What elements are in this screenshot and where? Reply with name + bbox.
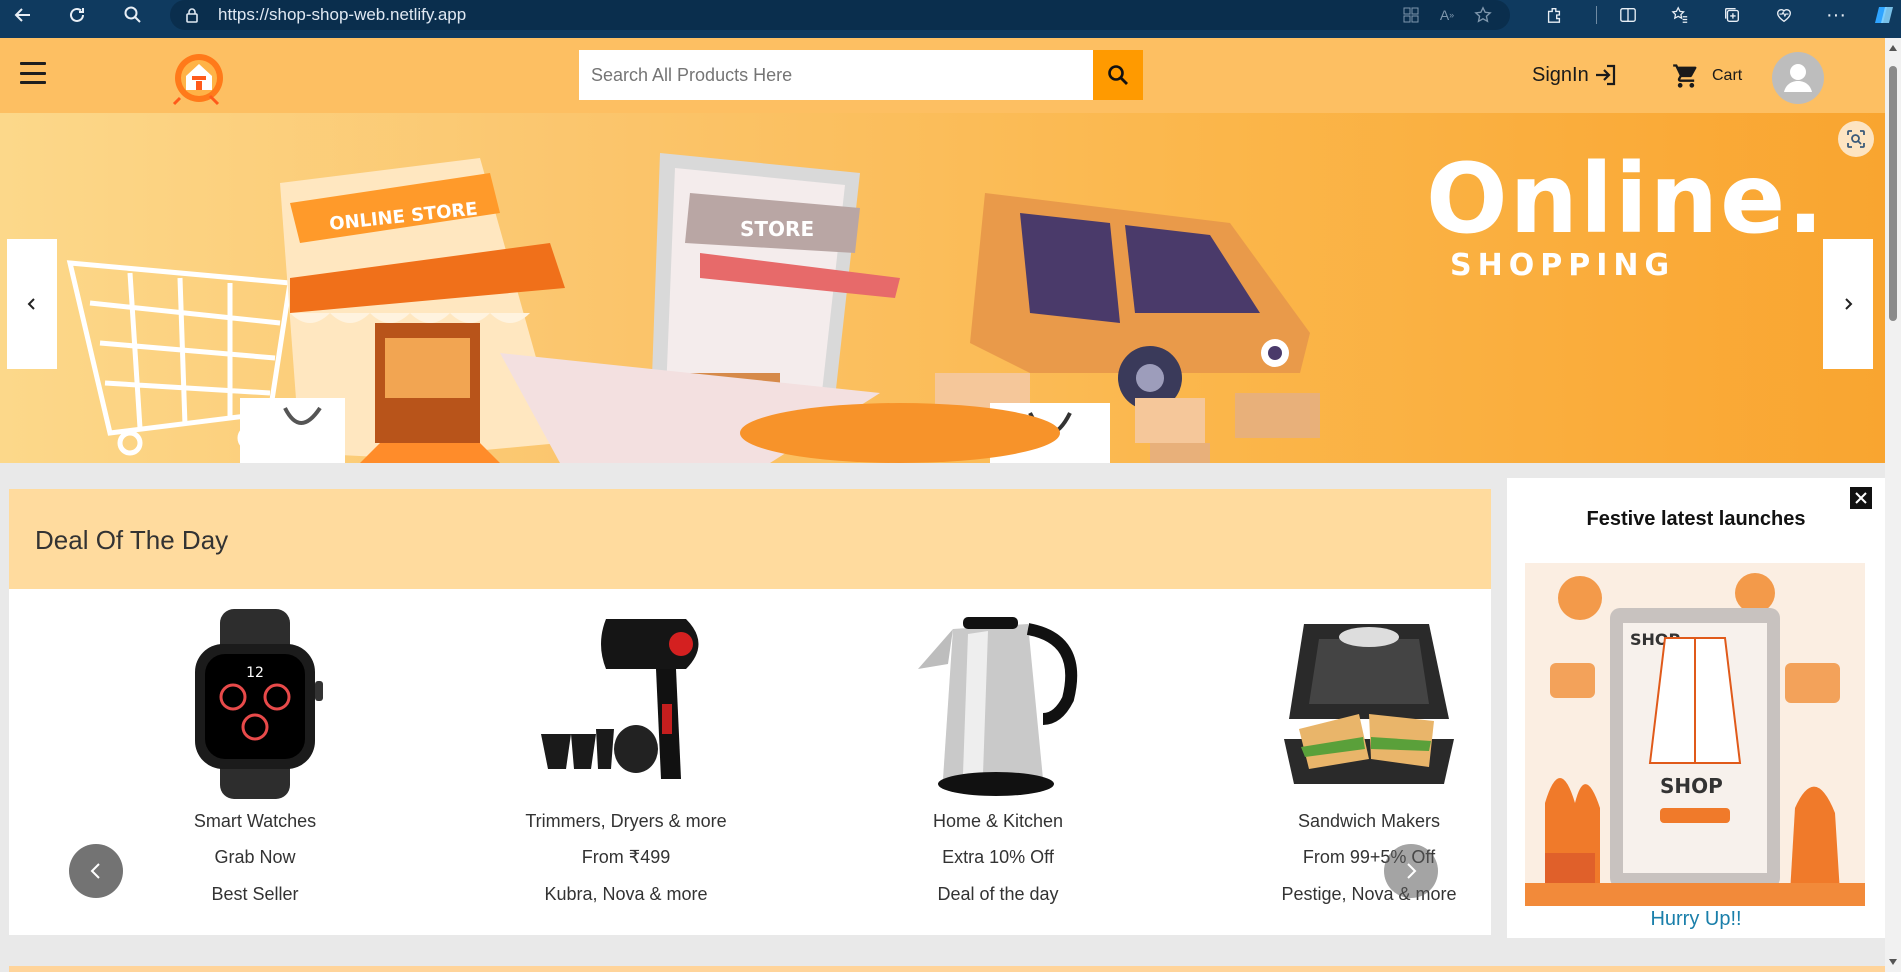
product-name: Smart Watches	[193, 811, 317, 831]
address-bar[interactable]: https://shop-shop-web.netlify.app A»	[170, 0, 1510, 30]
store-logo[interactable]	[166, 48, 232, 108]
hero-subtitle: SHOPPING	[1450, 248, 1676, 283]
deal-title: Deal Of The Day	[35, 525, 229, 555]
page-scrollbar[interactable]	[1885, 38, 1901, 972]
cart-label: Cart	[1712, 67, 1743, 84]
chevron-left-icon	[27, 298, 35, 310]
hero-banner: ONLINE STORE STORE Online. SHOPPING	[0, 113, 1885, 463]
product-brand: Pestige, Nova & more	[1281, 884, 1457, 904]
scroll-up-icon[interactable]	[1885, 40, 1901, 56]
collections-icon[interactable]	[1715, 0, 1749, 30]
shop-illustration: SHOP SHOP	[1525, 563, 1865, 906]
signin-label: SignIn	[1532, 63, 1589, 86]
signin-button[interactable]: SignIn	[1532, 62, 1619, 88]
favorite-star-icon[interactable]	[1466, 0, 1500, 30]
kettle-image	[918, 617, 1078, 796]
apps-icon[interactable]	[1394, 0, 1428, 30]
visual-search-icon	[1847, 130, 1865, 148]
refresh-icon[interactable]	[60, 0, 94, 30]
hero-title: Online.	[1426, 143, 1826, 255]
product-offer: Grab Now	[214, 847, 296, 867]
chevron-right-icon	[1407, 863, 1417, 879]
hair-dryer-image	[541, 619, 699, 779]
avatar[interactable]	[1772, 52, 1824, 104]
scroll-thumb[interactable]	[1889, 66, 1897, 321]
product-brand: Deal of the day	[937, 884, 1059, 904]
lock-icon	[186, 8, 198, 23]
scroll-down-icon[interactable]	[1885, 954, 1901, 970]
deal-next-button[interactable]	[1384, 844, 1438, 898]
product-name: Sandwich Makers	[1297, 811, 1441, 831]
shopping-cart-icon	[1673, 64, 1697, 88]
close-button[interactable]	[1850, 487, 1872, 509]
site-header: SignIn Cart	[0, 38, 1885, 113]
browser-toolbar: https://shop-shop-web.netlify.app A» ···	[0, 0, 1901, 38]
search-input[interactable]	[579, 50, 1093, 100]
read-aloud-icon[interactable]: A»	[1430, 0, 1464, 30]
product-card[interactable]: 12 Smart Watches Grab Now Best Seller	[105, 599, 405, 929]
festive-launches-panel: Festive latest launches SHOP SHOP Hurry …	[1507, 478, 1885, 938]
split-screen-icon[interactable]	[1611, 0, 1645, 30]
product-card[interactable]: Sandwich Makers From 99+5% Off Pestige, …	[1219, 599, 1519, 929]
search-button[interactable]	[1093, 50, 1143, 100]
visual-search-button[interactable]	[1838, 121, 1874, 157]
deal-header: Deal Of The Day	[9, 489, 1491, 589]
hurry-up-link[interactable]: Hurry Up!!	[1507, 908, 1885, 931]
hero-next-button[interactable]	[1823, 239, 1873, 369]
hero-illustration: ONLINE STORE STORE	[66, 153, 1320, 463]
product-card[interactable]: Home & Kitchen Extra 10% Off Deal of the…	[848, 599, 1148, 929]
hero-prev-button[interactable]	[7, 239, 57, 369]
chevron-right-icon	[1845, 298, 1853, 310]
product-brand: Kubra, Nova & more	[544, 884, 708, 904]
back-icon[interactable]	[6, 0, 40, 30]
more-options-icon[interactable]: ···	[1819, 0, 1853, 30]
browser-essentials-icon[interactable]	[1767, 0, 1801, 30]
search-bar	[579, 50, 1143, 100]
product-offer: From ₹499	[581, 847, 671, 867]
product-name: Home & Kitchen	[932, 811, 1064, 831]
cart-button[interactable]: Cart	[1672, 62, 1742, 90]
copilot-icon[interactable]	[1867, 0, 1901, 30]
svg-text:SHOP: SHOP	[1660, 774, 1723, 798]
product-offer: Extra 10% Off	[942, 847, 1054, 867]
smart-watch-image: 12	[195, 609, 323, 799]
user-icon	[1784, 64, 1812, 92]
search-icon[interactable]	[116, 0, 150, 30]
favorites-icon[interactable]	[1663, 0, 1697, 30]
deal-of-the-day-section: Deal Of The Day 12 Smart Watches Grab No…	[9, 489, 1491, 935]
deal-prev-button[interactable]	[69, 844, 123, 898]
svg-text:12: 12	[246, 665, 264, 681]
search-icon	[1108, 65, 1128, 85]
menu-icon[interactable]	[20, 62, 46, 84]
svg-text:STORE: STORE	[740, 217, 814, 241]
close-icon	[1855, 492, 1867, 504]
panel-title: Festive latest launches	[1586, 508, 1806, 530]
next-section-strip	[9, 966, 1885, 972]
product-carousel: 12 Smart Watches Grab Now Best Seller Tr…	[9, 599, 1491, 929]
extensions-icon[interactable]	[1537, 0, 1571, 30]
product-card[interactable]: Trimmers, Dryers & more From ₹499 Kubra,…	[476, 599, 776, 929]
login-icon	[1595, 64, 1615, 86]
toolbar-divider	[1596, 6, 1597, 24]
chevron-left-icon	[90, 863, 100, 879]
product-offer: From 99+5% Off	[1302, 847, 1436, 867]
festive-promo-image[interactable]: SHOP SHOP	[1525, 563, 1865, 906]
product-brand: Best Seller	[211, 884, 299, 904]
product-name: Trimmers, Dryers & more	[525, 811, 727, 831]
url-text: https://shop-shop-web.netlify.app	[218, 5, 467, 24]
sandwich-maker-image	[1284, 624, 1454, 784]
